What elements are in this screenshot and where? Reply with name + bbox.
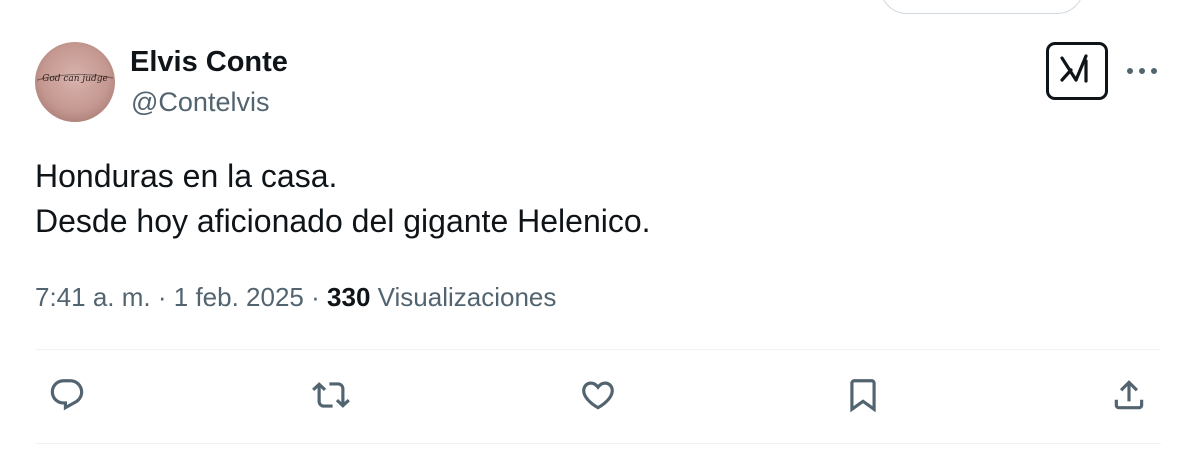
tweet-meta: 7:41 a. m. · 1 feb. 2025 · 330 Visualiza… (35, 279, 556, 315)
divider-top (35, 349, 1161, 350)
action-bar (0, 374, 1200, 420)
bookmark-icon (844, 376, 882, 419)
reply-button[interactable] (44, 374, 90, 420)
retweet-icon (312, 376, 350, 419)
retweet-button[interactable] (308, 374, 354, 420)
top-partial-button[interactable] (880, 0, 1084, 14)
grok-icon (1059, 53, 1095, 90)
views-label: Visualizaciones (377, 282, 557, 312)
views-count[interactable]: 330 (327, 282, 370, 312)
grok-button[interactable] (1046, 42, 1108, 100)
tweet-text-line: Honduras en la casa. (35, 158, 338, 194)
share-icon (1110, 376, 1148, 419)
more-dots-icon (1126, 62, 1158, 80)
like-button[interactable] (575, 374, 621, 420)
reply-icon (48, 376, 86, 419)
meta-separator: · (311, 282, 320, 312)
like-icon (579, 376, 617, 419)
author-handle[interactable]: @Contelvis (131, 85, 269, 119)
tweet-time[interactable]: 7:41 a. m. (35, 282, 151, 312)
tweet-text: Honduras en la casa. Desde hoy aficionad… (35, 154, 651, 244)
meta-separator: · (157, 282, 167, 312)
svg-text:God can judge: God can judge (42, 74, 108, 84)
share-button[interactable] (1106, 374, 1152, 420)
avatar[interactable]: God can judge (35, 42, 115, 122)
tweet-date[interactable]: 1 feb. 2025 (174, 282, 304, 312)
more-options-button[interactable] (1122, 54, 1162, 88)
divider-bottom (35, 443, 1161, 444)
author-display-name[interactable]: Elvis Conte (130, 44, 288, 80)
bookmark-button[interactable] (840, 374, 886, 420)
tweet-text-line: Desde hoy aficionado del gigante Helenic… (35, 203, 651, 239)
